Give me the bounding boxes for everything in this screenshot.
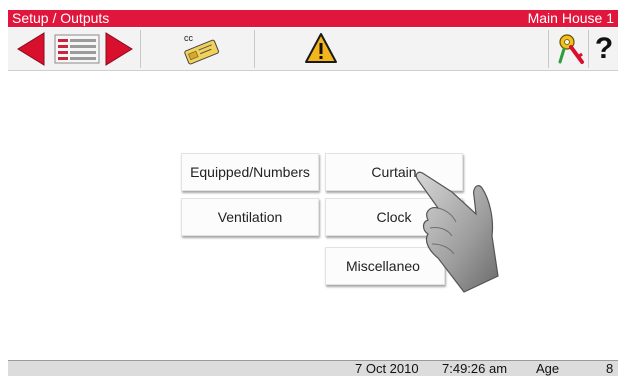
left-arrow-icon: [17, 32, 45, 66]
cc-card-icon: cc: [184, 33, 219, 65]
access-key-button[interactable]: [556, 32, 586, 66]
cc-button[interactable]: cc: [180, 31, 224, 67]
forward-button[interactable]: [102, 31, 136, 67]
location-label: Main House 1: [527, 10, 614, 26]
toolbar-divider: [588, 30, 589, 68]
toolbar: cc ?: [8, 28, 618, 71]
back-button[interactable]: [14, 31, 48, 67]
status-date: 7 Oct 2010: [355, 361, 419, 376]
toolbar-divider: [254, 30, 255, 68]
toolbar-divider: [140, 30, 141, 68]
status-time: 7:49:26 am: [442, 361, 508, 376]
equipped-numbers-button[interactable]: Equipped/Numbers: [181, 153, 319, 191]
alarm-button[interactable]: [304, 32, 338, 64]
breadcrumb: Setup / Outputs: [12, 10, 110, 26]
toolbar-divider: [548, 30, 549, 68]
key-icon: [558, 34, 584, 64]
curtain-button[interactable]: Curtain: [325, 153, 463, 191]
title-bar: Setup / Outputs Main House 1: [8, 10, 618, 27]
miscellaneous-button[interactable]: Miscellaneo: [325, 247, 445, 285]
svg-text:cc: cc: [184, 33, 194, 43]
age-value: 8: [606, 361, 614, 376]
status-bar: 7 Oct 2010 7:49:26 am Age 8: [8, 360, 618, 376]
clock-button[interactable]: Clock: [325, 198, 463, 236]
list-view-icon: [54, 34, 100, 64]
help-button[interactable]: ?: [592, 30, 616, 68]
warning-icon: [305, 33, 337, 63]
list-view-button[interactable]: [54, 34, 100, 64]
age-label: Age: [536, 361, 560, 376]
ventilation-button[interactable]: Ventilation: [181, 198, 319, 236]
right-arrow-icon: [105, 32, 133, 66]
